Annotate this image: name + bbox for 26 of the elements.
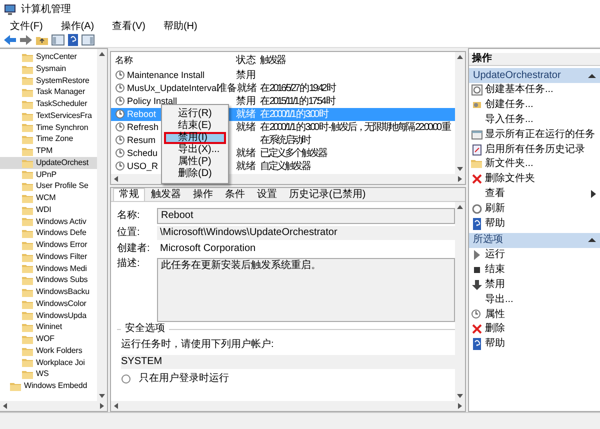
table-cell-text: 就绪: [235, 148, 257, 160]
location-field: \Microsoft\Windows\UpdateOrchestrator: [157, 226, 455, 240]
field-label: 名称:: [116, 210, 141, 222]
author-text: Microsoft Corporation: [159, 242, 257, 256]
table-cell-text: 在 2000/1/1 的 3:00 时 - 触发后，无限期地每隔 22:00:00 重: [259, 122, 452, 134]
table-cell-text: 自定义触发器: [259, 160, 312, 172]
field-label: 创建者:: [116, 243, 151, 255]
table-cell-text: 禁用: [235, 96, 257, 108]
window-title: 计算机管理: [21, 4, 71, 16]
prompt-text: 运行任务时，请使用下列用户帐户:: [121, 339, 275, 351]
field-label: 位置:: [116, 227, 141, 239]
table-cell-text: 在系统启动时: [259, 134, 312, 146]
table-cell-text: 在 2015/11/1 的 17:54 时: [259, 96, 336, 108]
table-cell-text: 就绪: [235, 108, 257, 120]
table-cell-text: 在 2016/5/27 的 19:42 时: [259, 82, 336, 94]
table-cell-text: 就绪: [235, 160, 257, 172]
pane-title: 操作: [469, 53, 600, 66]
table-cell-text: 在 2000/1/1 的 3:00 时: [259, 108, 329, 120]
account-field: SYSTEM: [121, 355, 455, 369]
table-cell-text: 禁用: [235, 70, 257, 82]
field-label: 描述:: [116, 258, 141, 270]
table-cell-text: 就绪: [235, 122, 257, 134]
table-cell: 准备就绪: [217, 82, 258, 94]
group-title: 安全选项: [121, 323, 169, 334]
radio-label: 只在用户登录时运行: [139, 373, 229, 385]
table-cell-text: 已定义多个触发器: [259, 148, 328, 160]
